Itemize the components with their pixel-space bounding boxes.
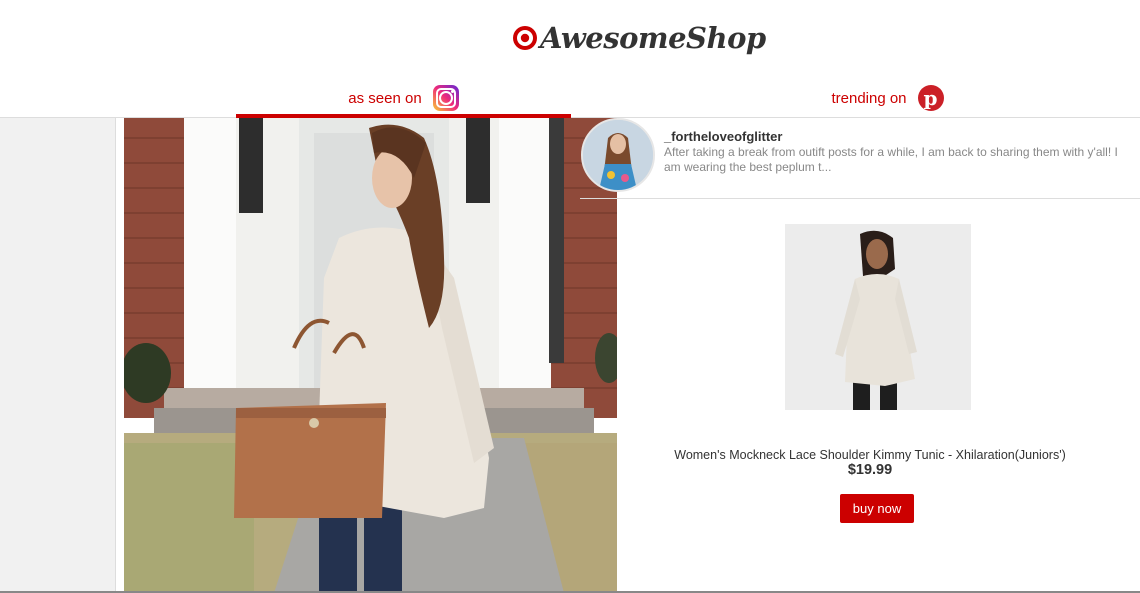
- brand-logo[interactable]: AwesomeShop: [512, 18, 766, 58]
- product-image[interactable]: [785, 224, 971, 410]
- product-price: $19.99: [847, 462, 893, 478]
- instagram-post-photo[interactable]: [124, 118, 617, 593]
- post-caption: After taking a break from outift posts f…: [664, 145, 1118, 174]
- tab-instagram[interactable]: as seen on: [236, 80, 571, 116]
- target-bullseye-icon: [513, 26, 537, 50]
- avatar-image: [583, 120, 653, 190]
- header: AwesomeShop as seen on trending on p: [0, 0, 1140, 118]
- pinterest-icon: p: [917, 85, 944, 111]
- tab-pinterest[interactable]: trending on p: [720, 80, 1055, 116]
- brand-name: AwesomeShop: [540, 21, 766, 55]
- outfit-photo-image: [124, 118, 617, 593]
- user-avatar[interactable]: [581, 118, 655, 192]
- instagram-icon: [432, 85, 459, 111]
- tab-instagram-label: as seen on: [348, 89, 422, 107]
- post-username[interactable]: _fortheloveofglitter: [664, 129, 782, 144]
- tab-pinterest-label: trending on: [831, 89, 907, 107]
- product-model-image: [785, 224, 971, 410]
- post-header: _fortheloveofglitter After taking a brea…: [580, 118, 1140, 199]
- buy-now-button[interactable]: buy now: [840, 494, 914, 523]
- product-title[interactable]: Women's Mockneck Lace Shoulder Kimmy Tun…: [640, 448, 1100, 462]
- left-gutter: [0, 118, 116, 593]
